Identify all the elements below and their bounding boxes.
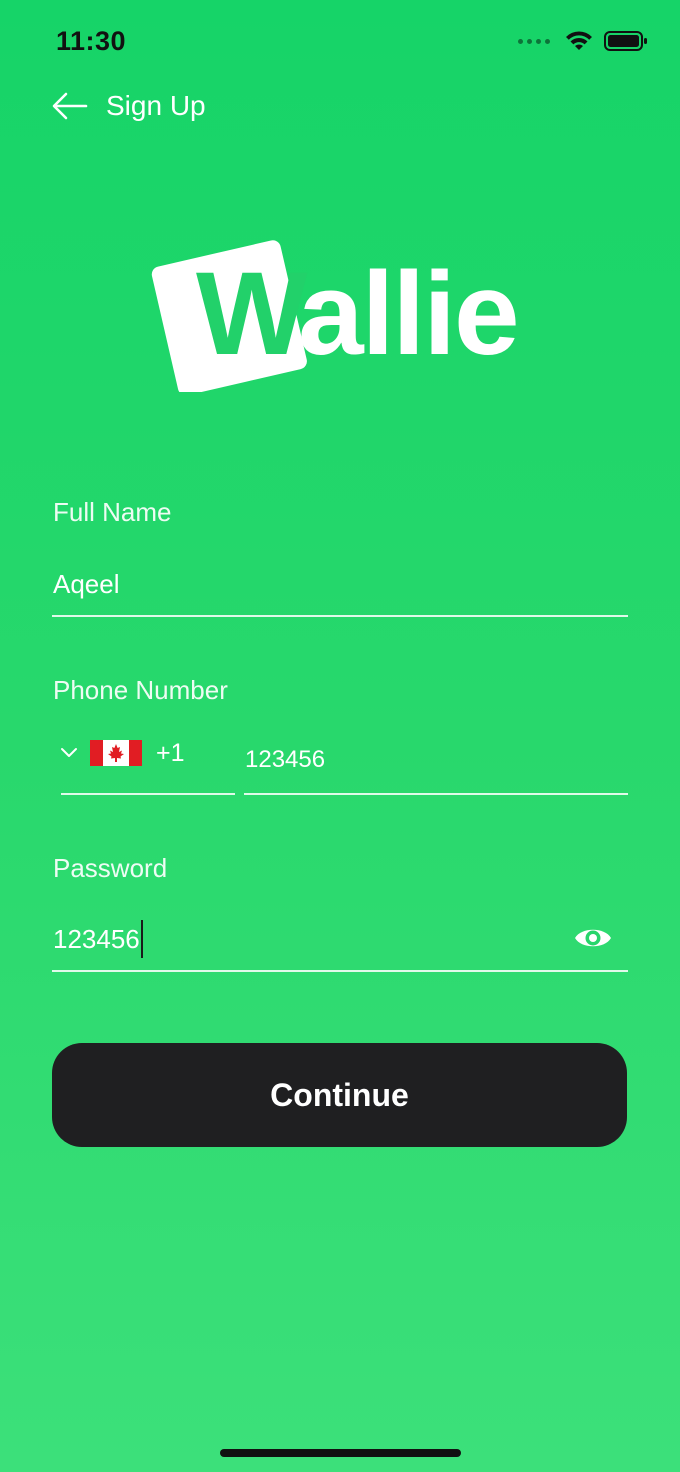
cellular-signal-icon xyxy=(518,38,550,44)
chevron-down-icon xyxy=(61,748,77,757)
full-name-underline xyxy=(52,615,628,617)
full-name-label: Full Name xyxy=(53,497,172,527)
battery-icon xyxy=(604,31,647,51)
country-code-picker[interactable]: +1 xyxy=(60,730,235,776)
full-name-input[interactable]: Aqeel xyxy=(53,569,120,600)
country-code-underline xyxy=(61,793,235,795)
password-label: Password xyxy=(53,853,168,883)
continue-button[interactable]: Continue xyxy=(52,1043,627,1147)
nav-bar: Sign Up xyxy=(52,88,206,124)
status-icons xyxy=(518,30,648,52)
arrow-left-icon[interactable] xyxy=(52,88,88,124)
sign-up-screen: 11:30 Sign Up W allie Full Name Aqeel Ph… xyxy=(0,0,680,1472)
password-input[interactable]: 123456 xyxy=(53,920,143,960)
text-cursor xyxy=(140,920,143,958)
dial-code: +1 xyxy=(156,738,185,767)
status-time: 11:30 xyxy=(56,26,127,56)
phone-number-underline xyxy=(244,793,628,795)
phone-number-label: Phone Number xyxy=(53,675,228,705)
wallie-logo: W allie xyxy=(151,240,520,392)
phone-number-input[interactable]: 123456 xyxy=(245,746,325,774)
eye-icon[interactable] xyxy=(574,924,612,952)
page-title: Sign Up xyxy=(106,90,206,121)
wifi-icon xyxy=(566,31,592,50)
canada-flag-icon xyxy=(90,740,142,766)
home-indicator xyxy=(220,1449,461,1457)
password-underline xyxy=(52,970,628,972)
password-value: 123456 xyxy=(53,923,140,954)
logo-text: allie xyxy=(298,248,518,380)
logo-letter-w: W xyxy=(196,248,308,380)
